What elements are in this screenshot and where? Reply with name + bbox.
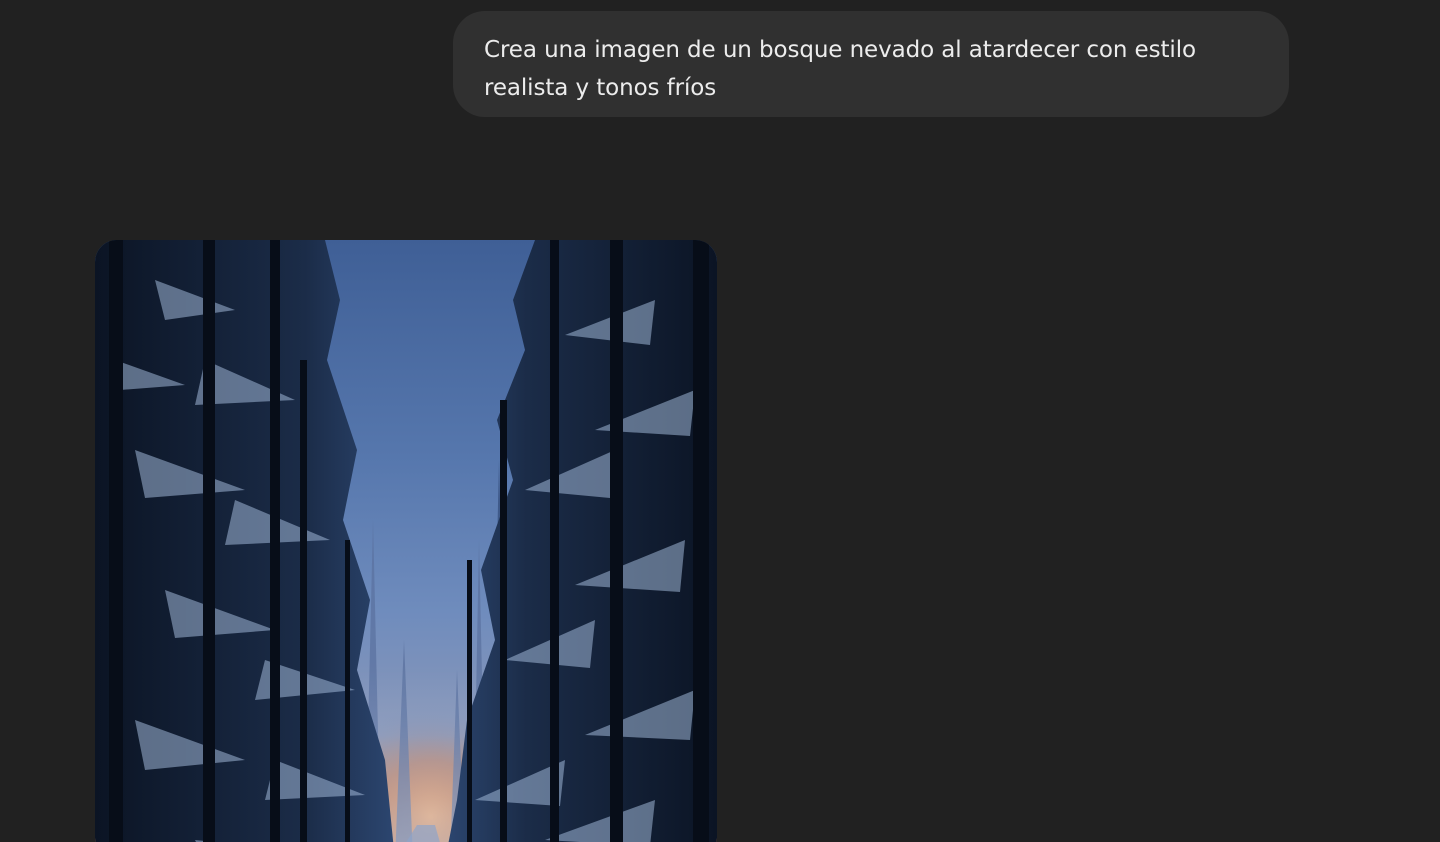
- generated-image-container[interactable]: [95, 240, 717, 842]
- chat-area: Crea una imagen de un bosque nevado al a…: [0, 0, 1440, 842]
- user-message: Crea una imagen de un bosque nevado al a…: [453, 11, 1289, 117]
- user-message-bubble: Crea una imagen de un bosque nevado al a…: [453, 11, 1289, 117]
- generated-image[interactable]: [95, 240, 717, 842]
- user-message-text: Crea una imagen de un bosque nevado al a…: [484, 37, 1196, 101]
